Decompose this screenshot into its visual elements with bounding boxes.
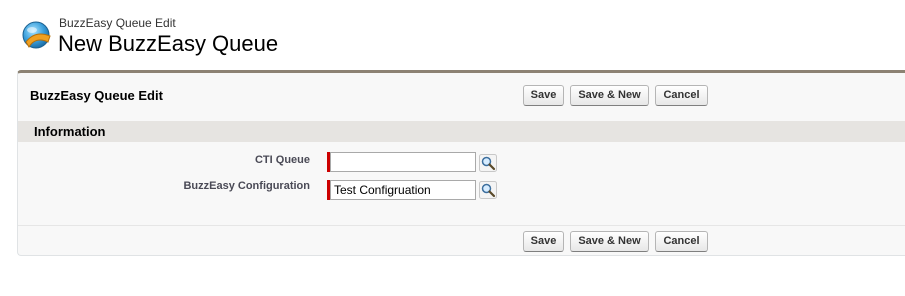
- buzzeasy-logo-icon: [22, 21, 51, 49]
- save-button-top[interactable]: Save: [523, 85, 564, 106]
- cancel-button-bottom[interactable]: Cancel: [655, 231, 708, 252]
- buzzeasy-configuration-input[interactable]: [330, 180, 476, 200]
- panel-title: BuzzEasy Queue Edit: [30, 88, 163, 103]
- save-new-button-top[interactable]: Save & New: [570, 85, 649, 106]
- page-header: BuzzEasy Queue Edit New BuzzEasy Queue: [18, 14, 878, 64]
- page-subtitle: BuzzEasy Queue Edit: [59, 16, 176, 30]
- footer-divider: [18, 225, 905, 226]
- cti-queue-input[interactable]: [330, 152, 476, 172]
- section-header: Information: [18, 121, 905, 142]
- cti-queue-label: CTI Queue: [254, 154, 310, 166]
- lookup-icon[interactable]: [479, 154, 497, 172]
- section-title: Information: [34, 124, 106, 139]
- edit-panel: BuzzEasy Queue Edit Save Save & New Canc…: [17, 70, 905, 256]
- cancel-button-top[interactable]: Cancel: [655, 85, 708, 106]
- save-button-bottom[interactable]: Save: [523, 231, 564, 252]
- buzzeasy-configuration-label: BuzzEasy Configuration: [183, 180, 310, 192]
- page-title: New BuzzEasy Queue: [58, 31, 279, 56]
- save-new-button-bottom[interactable]: Save & New: [570, 231, 649, 252]
- lookup-icon[interactable]: [479, 181, 497, 199]
